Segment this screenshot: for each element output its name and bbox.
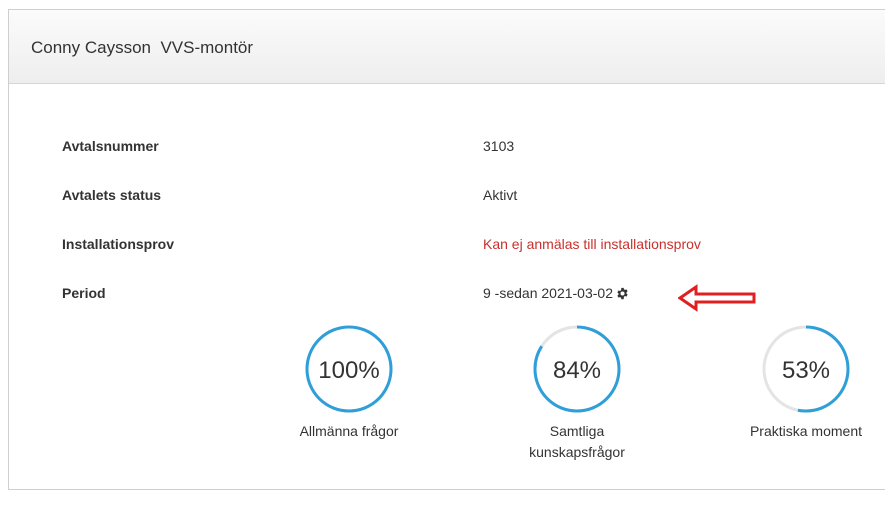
stat-all-knowledge-questions: 84% Samtliga kunskapsfrågor — [507, 323, 647, 463]
agreement-status-row: Avtalets status Aktivt — [9, 187, 885, 207]
stat-label: Samtliga kunskapsfrågor — [529, 423, 625, 460]
stat-practical-tasks: 53% Praktiska moment — [736, 323, 876, 442]
arrow-left-icon — [678, 284, 756, 312]
stat-percent: 100% — [318, 357, 380, 384]
installation-test-row: Installationsprov Kan ej anmälas till in… — [9, 236, 885, 256]
stat-label: Praktiska moment — [749, 423, 863, 439]
top-sliver — [0, 0, 885, 9]
panel-title: Conny Caysson VVS-montör — [31, 38, 254, 57]
gear-icon[interactable] — [616, 287, 629, 300]
period-value-group: 9 -sedan 2021-03-02 — [483, 285, 629, 301]
stat-label: Allmänna frågor — [299, 423, 399, 439]
agreement-number-row: Avtalsnummer 3103 — [9, 138, 885, 158]
installation-test-value: Kan ej anmälas till installationsprov — [483, 236, 701, 252]
installation-test-label: Installationsprov — [62, 236, 175, 252]
period-label: Period — [62, 285, 106, 301]
agreement-number-value: 3103 — [483, 138, 515, 154]
agreement-status-label: Avtalets status — [62, 187, 162, 203]
profile-panel: Conny Caysson VVS-montör Avtalsnummer 31… — [8, 9, 885, 490]
stat-percent: 84% — [552, 357, 602, 384]
stat-general-questions: 100% Allmänna frågor — [279, 323, 419, 442]
stat-percent: 53% — [781, 357, 831, 384]
panel-header: Conny Caysson VVS-montör — [9, 10, 885, 84]
agreement-status-value: Aktivt — [483, 187, 518, 203]
period-value: 9 -sedan 2021-03-02 — [483, 285, 613, 301]
agreement-number-label: Avtalsnummer — [62, 138, 159, 154]
